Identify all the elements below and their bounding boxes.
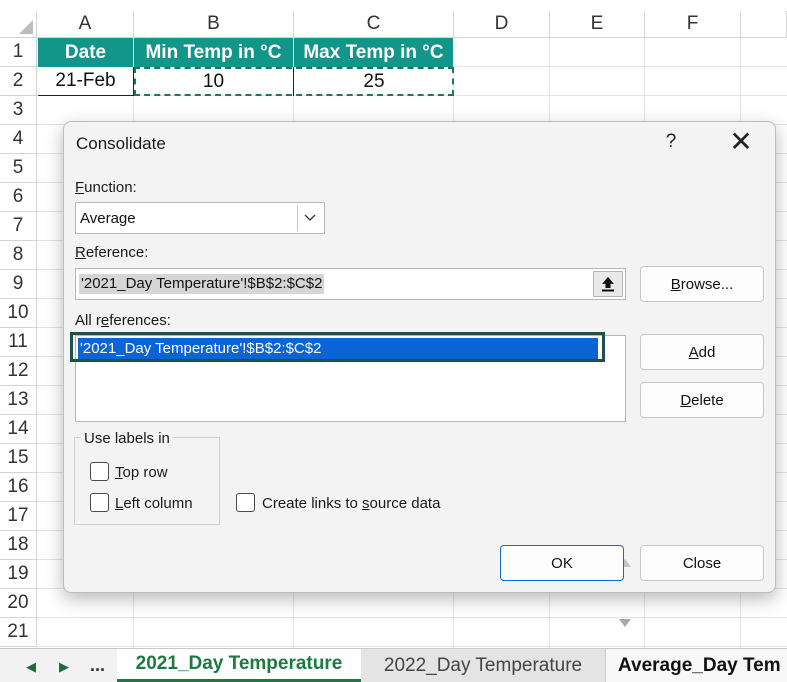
function-label-mnemonic: F — [75, 179, 85, 196]
browse-button[interactable]: Browse... — [640, 266, 764, 302]
row-header-4[interactable]: 4 — [0, 125, 37, 154]
row-header-15[interactable]: 15 — [0, 444, 37, 473]
reference-value: '2021_Day Temperature'!$B$2:$C$2 — [79, 274, 325, 294]
function-label-text: unction: — [84, 179, 137, 196]
consolidate-dialog: Consolidate ? ✕ Function: Average Refere… — [63, 121, 776, 627]
top-row-text: op row — [122, 464, 168, 481]
use-labels-label: Use labels in — [81, 430, 173, 447]
close-button[interactable]: Close — [640, 545, 764, 581]
gridline-horizontal — [37, 617, 787, 618]
column-header-e[interactable]: E — [550, 11, 645, 38]
browse-mnemonic: B — [670, 275, 681, 293]
select-all-corner[interactable] — [0, 11, 37, 38]
copy-marquee — [134, 67, 454, 96]
add-mnemonic: A — [688, 343, 699, 361]
column-header-f[interactable]: F — [645, 11, 741, 38]
row-header-2[interactable]: 2 — [0, 67, 37, 96]
top-row-mnemonic: T — [115, 464, 123, 481]
reference-label: Reference: — [75, 244, 148, 261]
left-column-label[interactable]: Left column — [115, 495, 193, 512]
function-dropdown[interactable]: Average — [75, 202, 325, 234]
row-header-12[interactable]: 12 — [0, 357, 37, 386]
function-label: Function: — [75, 179, 137, 196]
column-header-b[interactable]: B — [134, 11, 294, 38]
cell-b1[interactable]: Min Temp in °C — [134, 38, 294, 67]
tab-2022-day-temperature[interactable]: 2022_Day Temperature — [361, 649, 606, 682]
arrow-up-icon — [602, 277, 614, 292]
create-links-mnemonic: s — [362, 495, 370, 512]
row-header-14[interactable]: 14 — [0, 415, 37, 444]
create-links-post: ource data — [369, 495, 441, 512]
all-references-label-mnemonic: e — [100, 312, 110, 329]
delete-button[interactable]: Delete — [640, 382, 764, 418]
row-header-11[interactable]: 11 — [0, 328, 37, 357]
row-header-1[interactable]: 1 — [0, 38, 37, 67]
row-header-3[interactable]: 3 — [0, 96, 37, 125]
create-links-pre: Create links to — [262, 495, 363, 512]
tab-prev-icon[interactable]: ◀ — [26, 659, 36, 675]
tab-next-icon[interactable]: ▶ — [59, 659, 69, 675]
column-header-d[interactable]: D — [454, 11, 550, 38]
chevron-down-icon[interactable] — [297, 205, 322, 231]
row-header-9[interactable]: 9 — [0, 270, 37, 299]
row-header-20[interactable]: 20 — [0, 589, 37, 618]
row-header-6[interactable]: 6 — [0, 183, 37, 212]
list-focus-ring — [70, 332, 605, 362]
sheet-tab-bar: ◀ ▶ ... 2021_Day Temperature 2022_Day Te… — [0, 648, 787, 682]
top-row-label[interactable]: Top row — [115, 464, 168, 481]
create-links-label[interactable]: Create links to source data — [262, 495, 440, 512]
row-header-5[interactable]: 5 — [0, 154, 37, 183]
close-icon[interactable]: ✕ — [728, 126, 754, 158]
reference-label-mnemonic: R — [75, 244, 86, 261]
delete-mnemonic: D — [680, 391, 692, 409]
row-header-19[interactable]: 19 — [0, 560, 37, 589]
cell-a2[interactable]: 21-Feb — [38, 67, 134, 96]
tab-more-button[interactable]: ... — [90, 655, 105, 676]
dialog-title: Consolidate — [76, 134, 166, 153]
collapse-dialog-button[interactable] — [593, 271, 623, 297]
browse-label: rowse... — [680, 275, 734, 293]
create-links-checkbox[interactable] — [236, 493, 255, 512]
left-column-text: eft column — [123, 495, 193, 512]
row-header-18[interactable]: 18 — [0, 531, 37, 560]
column-header-a[interactable]: A — [37, 11, 134, 38]
all-references-label-pre: All r — [75, 312, 101, 329]
cell-a1[interactable]: Date — [38, 38, 134, 67]
row-header-17[interactable]: 17 — [0, 502, 37, 531]
cell-c1[interactable]: Max Temp in °C — [294, 38, 454, 67]
all-references-label: All references: — [75, 312, 171, 329]
row-header-13[interactable]: 13 — [0, 386, 37, 415]
gridline-horizontal — [37, 646, 787, 647]
delete-label: elete — [691, 391, 724, 409]
ok-button[interactable]: OK — [500, 545, 624, 581]
function-value: Average — [80, 210, 136, 227]
reference-input[interactable]: '2021_Day Temperature'!$B$2:$C$2 — [75, 268, 626, 300]
add-label: dd — [698, 343, 716, 361]
column-header-c[interactable]: C — [294, 11, 454, 38]
scroll-down-icon[interactable] — [619, 619, 631, 627]
row-header-16[interactable]: 16 — [0, 473, 37, 502]
reference-label-text: eference: — [85, 244, 149, 261]
top-row-checkbox[interactable] — [90, 462, 109, 481]
row-header-7[interactable]: 7 — [0, 212, 37, 241]
column-header-partial[interactable] — [741, 11, 787, 38]
add-button[interactable]: Add — [640, 334, 764, 370]
row-header-21[interactable]: 21 — [0, 618, 37, 647]
all-references-label-post: ferences: — [109, 312, 171, 329]
tab-average-day-temperature[interactable]: Average_Day Tem — [606, 649, 787, 682]
tab-2021-day-temperature[interactable]: 2021_Day Temperature — [117, 649, 361, 682]
row-header-10[interactable]: 10 — [0, 299, 37, 328]
left-column-checkbox[interactable] — [90, 493, 109, 512]
row-header-8[interactable]: 8 — [0, 241, 37, 270]
help-icon[interactable]: ? — [664, 131, 678, 153]
